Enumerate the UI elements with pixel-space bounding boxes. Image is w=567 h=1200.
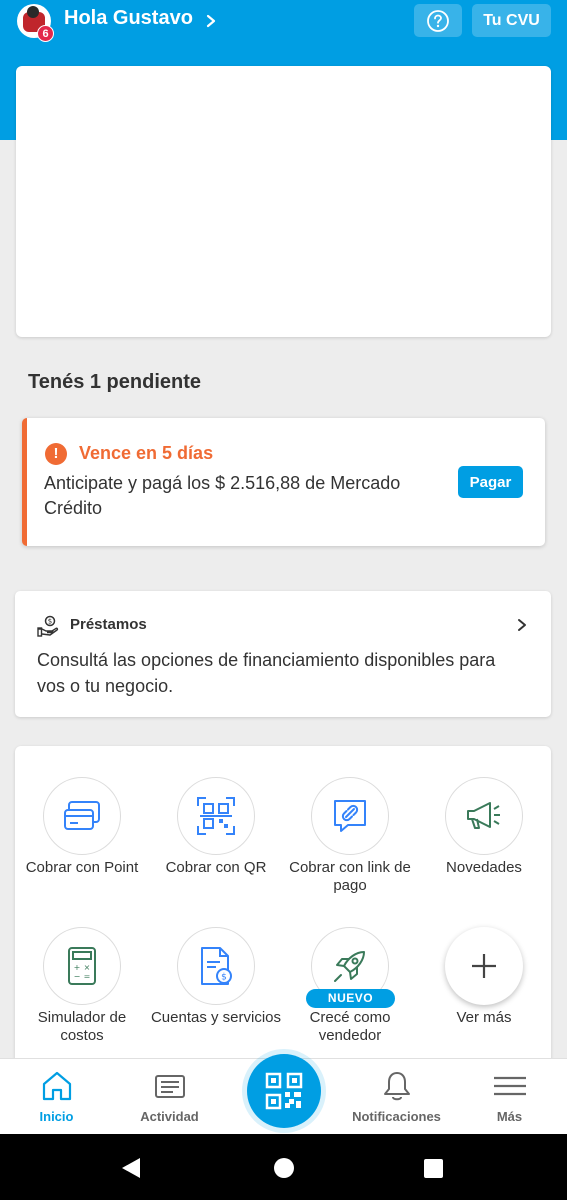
new-badge: NUEVO bbox=[306, 989, 395, 1008]
svg-text:×: × bbox=[84, 963, 91, 972]
loans-card[interactable]: $ Préstamos Consultá las opciones de fin… bbox=[15, 591, 551, 717]
plus-icon bbox=[472, 954, 496, 978]
alert-text: Anticipate y pagá los $ 2.516,88 de Merc… bbox=[44, 473, 401, 518]
shortcut-label: Crecé como vendedor bbox=[309, 1009, 391, 1044]
shortcuts-card: Cobrar con Point Cobrar con QR Cobrar co… bbox=[15, 746, 551, 1066]
rocket-icon bbox=[334, 951, 365, 982]
greeting[interactable]: Hola Gustavo bbox=[64, 7, 193, 30]
home-button-icon[interactable] bbox=[274, 1158, 294, 1178]
help-button[interactable] bbox=[414, 4, 462, 37]
shortcut-label: Simulador de costos bbox=[37, 1009, 127, 1044]
shortcut-label: Cuentas y servicios bbox=[150, 1009, 282, 1026]
card-reader-icon bbox=[64, 801, 100, 830]
bill-icon: $ bbox=[201, 947, 232, 985]
nav-notificaciones[interactable]: Notificaciones bbox=[340, 1059, 453, 1135]
svg-text:−: − bbox=[74, 972, 81, 981]
nav-actividad[interactable]: Actividad bbox=[113, 1059, 226, 1135]
alert-icon: ! bbox=[45, 443, 67, 465]
nav-label: Inicio bbox=[39, 1109, 74, 1124]
loans-text: Consultá las opciones de financiamiento … bbox=[37, 650, 496, 696]
link-chat-icon bbox=[334, 800, 366, 832]
nav-inicio[interactable]: Inicio bbox=[0, 1059, 113, 1135]
shortcut-label: Cobrar con link de pago bbox=[289, 859, 411, 894]
qr-icon bbox=[197, 797, 235, 835]
megaphone-icon bbox=[467, 802, 500, 829]
cvu-button[interactable]: Tu CVU bbox=[472, 4, 551, 37]
shortcut-label: Cobrar con QR bbox=[165, 859, 267, 876]
svg-text:$: $ bbox=[48, 618, 52, 626]
pending-alert-card[interactable]: ! Vence en 5 días Anticipate y pagá los … bbox=[22, 418, 545, 546]
shortcut-label: Ver más bbox=[456, 1009, 512, 1026]
pending-title: Tenés 1 pendiente bbox=[28, 371, 202, 393]
shortcut-label: Novedades bbox=[446, 859, 522, 876]
svg-text:$: $ bbox=[221, 973, 227, 983]
home-icon bbox=[42, 1071, 72, 1101]
pay-button[interactable]: Pagar bbox=[458, 466, 523, 498]
calculator-icon: + × − = bbox=[68, 947, 96, 985]
hand-coin-icon: $ bbox=[37, 615, 59, 637]
back-icon[interactable] bbox=[120, 1156, 142, 1180]
loans-title: Préstamos bbox=[70, 616, 147, 633]
nav-label: Notificaciones bbox=[352, 1109, 441, 1124]
qr-scan-icon bbox=[265, 1072, 303, 1110]
question-circle-icon bbox=[427, 9, 449, 32]
menu-icon bbox=[494, 1076, 526, 1096]
nav-mas[interactable]: Más bbox=[453, 1059, 566, 1135]
recent-apps-icon[interactable] bbox=[424, 1159, 443, 1178]
svg-text:=: = bbox=[84, 972, 91, 981]
level-badge: 6 bbox=[37, 25, 54, 42]
bell-icon bbox=[384, 1072, 410, 1101]
svg-text:+: + bbox=[74, 963, 81, 972]
nav-label: Más bbox=[496, 1109, 523, 1124]
activity-icon bbox=[155, 1075, 185, 1098]
qr-scan-button[interactable] bbox=[247, 1054, 321, 1128]
chevron-right-icon[interactable] bbox=[204, 11, 218, 31]
chevron-right-icon bbox=[518, 619, 526, 631]
balance-card[interactable] bbox=[16, 66, 551, 337]
nav-label: Actividad bbox=[140, 1109, 199, 1124]
alert-label: Vence en 5 días bbox=[79, 443, 214, 463]
shortcut-label: Cobrar con Point bbox=[25, 859, 139, 876]
